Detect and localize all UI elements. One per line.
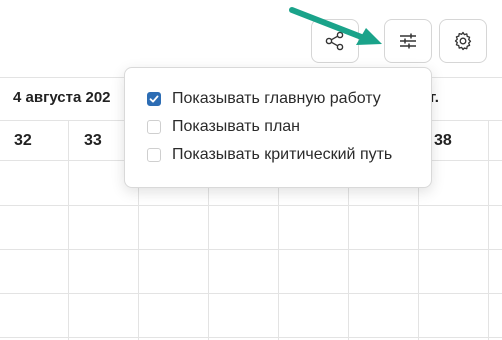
grid-line (0, 205, 502, 206)
option-label: Показывать критический путь (172, 146, 393, 163)
checkbox-unchecked[interactable] (147, 148, 161, 162)
display-options-button[interactable] (384, 19, 432, 63)
option-label: Показывать план (172, 118, 301, 135)
settings-button[interactable] (439, 19, 487, 63)
grid-line (0, 293, 502, 294)
week-number: 38 (434, 132, 452, 149)
week-number: 33 (84, 132, 102, 149)
option-show-main-task[interactable]: Показывать главную работу (147, 89, 381, 109)
option-show-critical-path[interactable]: Показывать критический путь (147, 145, 392, 165)
display-options-menu: Показывать главную работу Показывать пла… (124, 67, 432, 188)
grid-line (0, 337, 502, 338)
timeline-date-label: 4 августа 202 (13, 89, 111, 106)
grid-line (488, 121, 489, 340)
checkmark-icon (149, 95, 159, 103)
option-label: Показывать главную работу (172, 90, 381, 107)
sliders-icon (400, 33, 416, 49)
checkbox-unchecked[interactable] (147, 120, 161, 134)
grid-line (68, 121, 69, 340)
week-number: 32 (14, 132, 32, 149)
gear-icon (454, 31, 472, 51)
checkbox-checked[interactable] (147, 92, 161, 106)
grid-line (0, 249, 502, 250)
option-show-plan[interactable]: Показывать план (147, 117, 300, 137)
annotation-arrow-icon (289, 7, 382, 45)
